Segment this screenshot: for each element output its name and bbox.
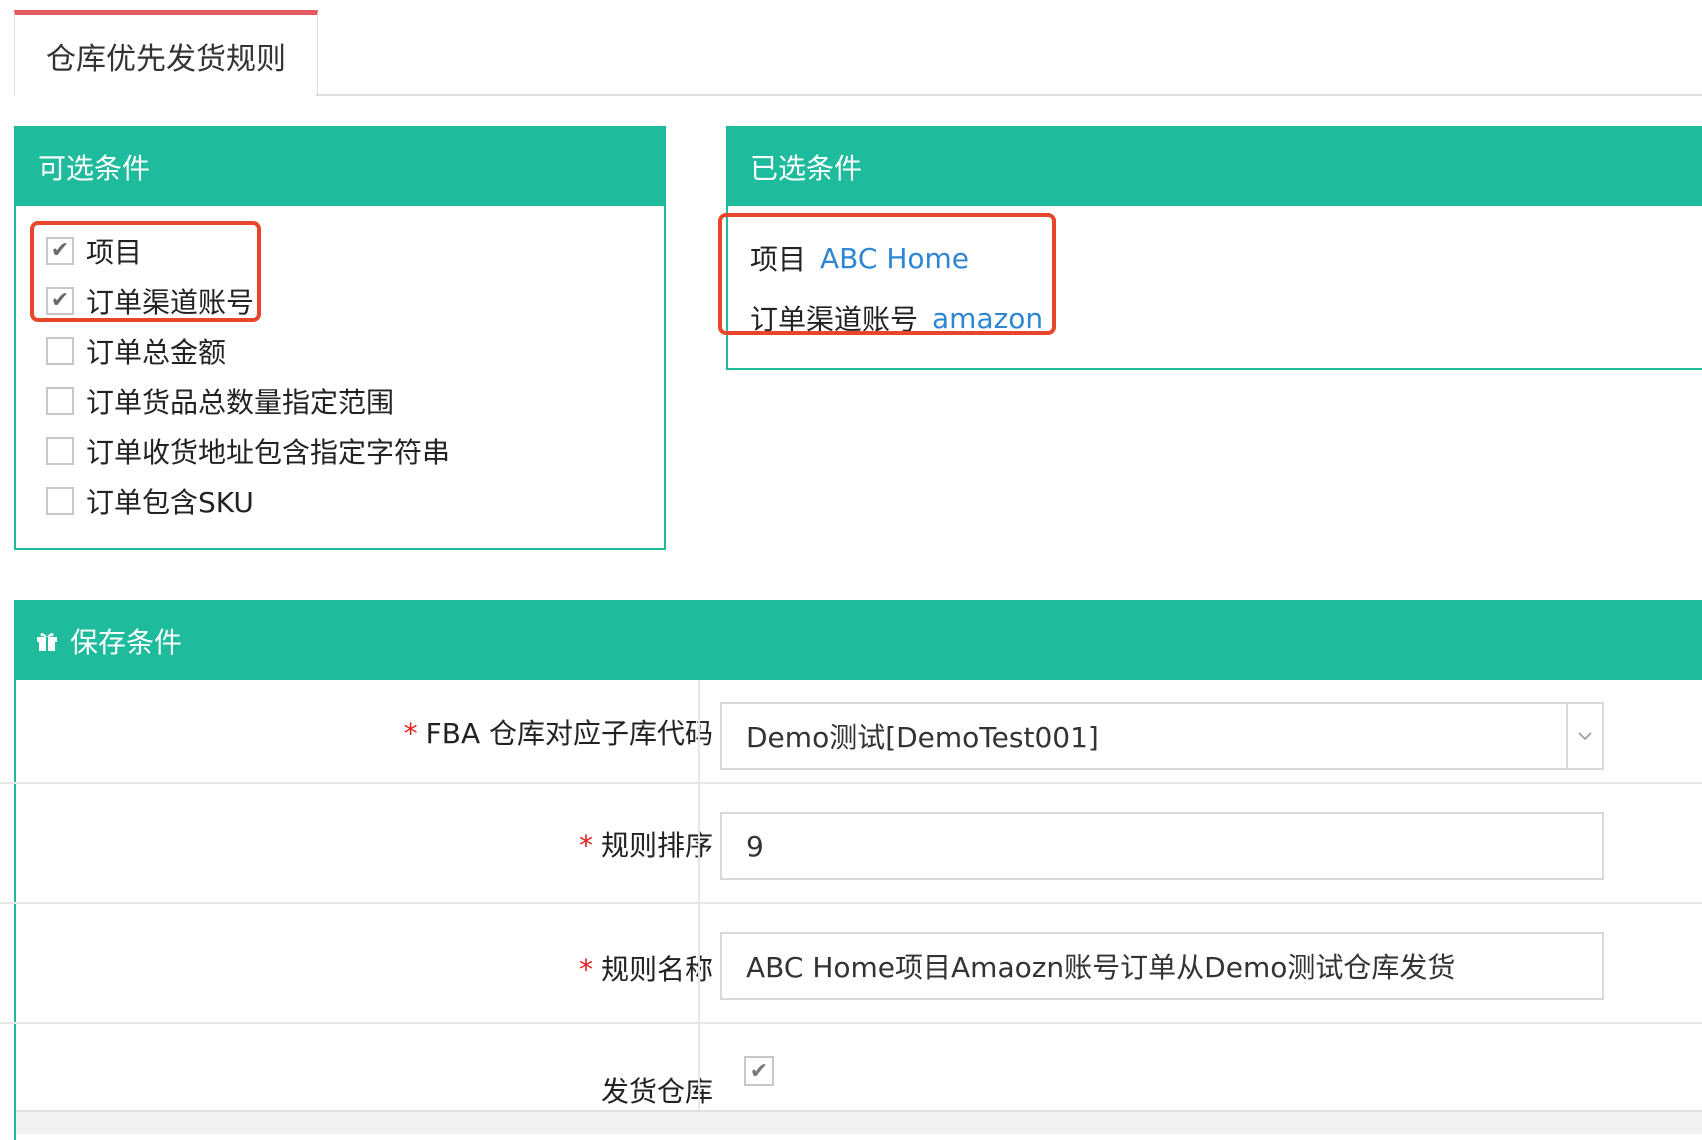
condition-label: 订单包含SKU xyxy=(86,486,254,519)
checkbox-contains-sku[interactable] xyxy=(46,487,74,515)
rule-order-label: * 规则排序 xyxy=(579,824,713,864)
available-conditions-list: ✔ 项目 ✔ 订单渠道账号 订单总金额 订单货品总数量指定范围 订单收货地址包含… xyxy=(16,206,664,526)
form-row-warehouse-code: * FBA 仓库对应子库代码 Demo测试[DemoTest001] xyxy=(0,680,1702,784)
rule-name-label: * 规则名称 xyxy=(579,948,713,988)
condition-label: 项目 xyxy=(86,236,143,269)
required-mark: * xyxy=(403,717,418,750)
checkbox-order-total[interactable] xyxy=(46,337,74,365)
checkbox-channel-account[interactable]: ✔ xyxy=(46,287,74,315)
rule-order-value: 9 xyxy=(746,829,764,863)
warehouse-code-select[interactable]: Demo测试[DemoTest001] xyxy=(720,702,1604,770)
gift-icon xyxy=(36,631,58,651)
condition-label: 订单收货地址包含指定字符串 xyxy=(86,436,451,469)
condition-item-quantity-range[interactable]: 订单货品总数量指定范围 xyxy=(46,376,664,426)
panel-footer xyxy=(16,1110,1702,1134)
rule-name-label-text: 规则名称 xyxy=(600,953,713,986)
form-row-rule-name: * 规则名称 ABC Home项目Amaozn账号订单从Demo测试仓库发货 xyxy=(0,904,1702,1024)
rule-order-label-text: 规则排序 xyxy=(600,829,713,862)
condition-label: 订单总金额 xyxy=(86,336,227,369)
form-divider xyxy=(698,784,700,902)
chevron-down-icon[interactable] xyxy=(1566,704,1602,768)
check-icon: ✔ xyxy=(50,288,70,313)
check-icon: ✔ xyxy=(749,1058,769,1084)
condition-item-contains-sku[interactable]: 订单包含SKU xyxy=(46,476,664,526)
required-mark: * xyxy=(578,953,593,986)
ship-warehouse-checkbox[interactable]: ✔ xyxy=(744,1056,774,1086)
tab-label: 仓库优先发货规则 xyxy=(46,41,286,77)
rule-name-value: ABC Home项目Amaozn账号订单从Demo测试仓库发货 xyxy=(746,951,1456,984)
form-divider xyxy=(698,1024,700,1110)
available-conditions-title: 可选条件 xyxy=(38,152,151,185)
form-divider xyxy=(698,904,700,1022)
condition-item-channel-account[interactable]: ✔ 订单渠道账号 xyxy=(46,276,664,326)
ship-warehouse-label: 发货仓库 xyxy=(601,1070,713,1110)
checkbox-quantity-range[interactable] xyxy=(46,387,74,415)
condition-label: 订单渠道账号 xyxy=(86,286,255,319)
checkbox-project[interactable]: ✔ xyxy=(46,237,74,265)
checkbox-address-contains[interactable] xyxy=(46,437,74,465)
check-icon: ✔ xyxy=(50,238,70,263)
warehouse-code-value: Demo测试[DemoTest001] xyxy=(746,721,1099,754)
rule-name-input[interactable]: ABC Home项目Amaozn账号订单从Demo测试仓库发货 xyxy=(720,932,1604,1000)
selected-conditions-header: 已选条件 xyxy=(728,128,1702,206)
selected-conditions-panel: 已选条件 项目 ABC Home 订单渠道账号 amazon xyxy=(726,126,1702,370)
selected-condition-label: 项目 xyxy=(750,243,807,276)
available-conditions-header: 可选条件 xyxy=(16,128,664,206)
form-row-ship-warehouse: 发货仓库 xyxy=(0,1024,1702,1110)
selected-condition-value-link[interactable]: ABC Home xyxy=(820,242,969,275)
tab-bar-divider xyxy=(316,94,1702,96)
condition-item-project[interactable]: ✔ 项目 xyxy=(46,226,664,276)
selected-condition-value-link[interactable]: amazon xyxy=(932,302,1043,335)
available-conditions-panel: 可选条件 ✔ 项目 ✔ 订单渠道账号 订单总金额 订单货品总数量指定范围 订单收… xyxy=(14,126,666,550)
selected-conditions-title: 已选条件 xyxy=(750,152,863,185)
condition-item-address-contains[interactable]: 订单收货地址包含指定字符串 xyxy=(46,426,664,476)
warehouse-code-label-text: FBA 仓库对应子库代码 xyxy=(425,717,713,750)
selected-condition-project: 项目 ABC Home xyxy=(750,228,1702,288)
selected-conditions-list: 项目 ABC Home 订单渠道账号 amazon xyxy=(728,206,1702,348)
rule-order-input[interactable]: 9 xyxy=(720,812,1604,880)
selected-condition-label: 订单渠道账号 xyxy=(750,303,919,336)
save-conditions-title: 保存条件 xyxy=(70,626,183,659)
required-mark: * xyxy=(578,829,593,862)
condition-label: 订单货品总数量指定范围 xyxy=(86,386,395,419)
tab-bar: 仓库优先发货规则 xyxy=(0,0,1702,96)
condition-item-order-total[interactable]: 订单总金额 xyxy=(46,326,664,376)
form-row-rule-order: * 规则排序 9 xyxy=(0,784,1702,904)
ship-warehouse-label-text: 发货仓库 xyxy=(600,1075,713,1108)
save-conditions-header: 保存条件 xyxy=(16,602,1702,680)
warehouse-code-label: * FBA 仓库对应子库代码 xyxy=(404,712,713,752)
tab-warehouse-priority-rules[interactable]: 仓库优先发货规则 xyxy=(14,10,318,96)
form-divider xyxy=(698,680,700,782)
selected-condition-channel-account: 订单渠道账号 amazon xyxy=(750,288,1702,348)
